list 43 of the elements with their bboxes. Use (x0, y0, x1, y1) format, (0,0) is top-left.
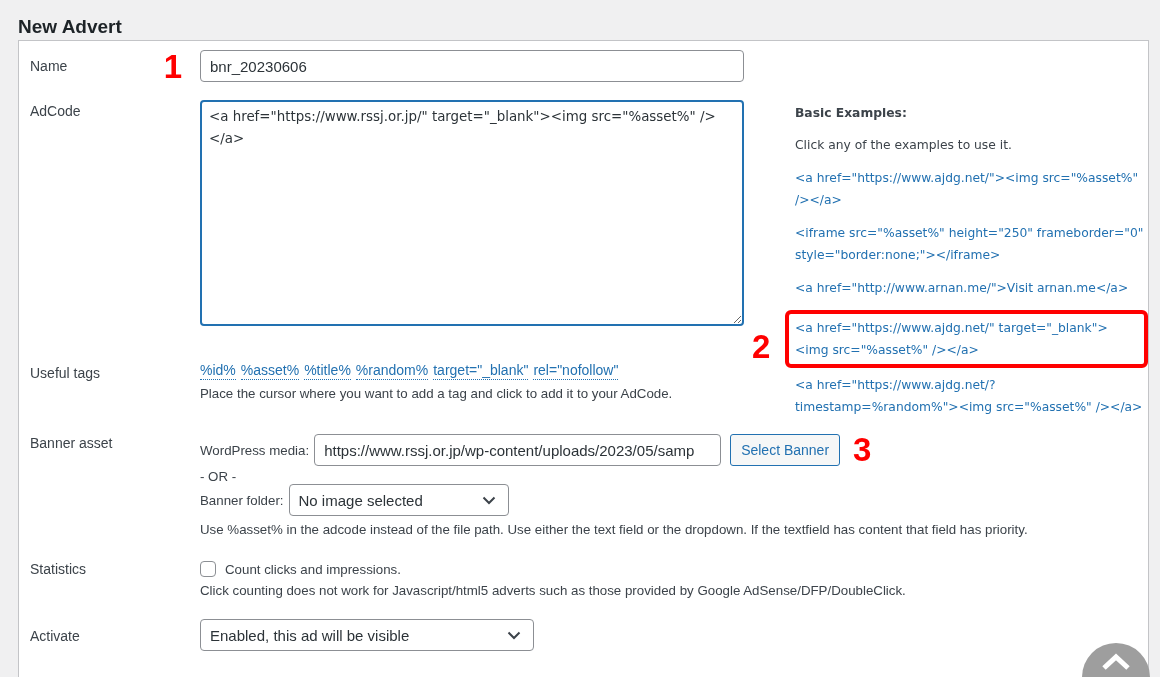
tag-link[interactable]: %asset% (240, 362, 300, 380)
tag-link[interactable]: %id% (200, 362, 236, 380)
field-label: Statistics (30, 561, 86, 577)
page-title: New Advert (17, 15, 123, 39)
banner-hint: Use %asset% in the adcode instead of the file path. Use either the text field or the dropdown. If the textfield has content that field has priority. (200, 521, 1028, 539)
chevron-up-icon (1102, 653, 1130, 670)
tag-link[interactable]: target="_blank" (433, 362, 529, 380)
select-banner-button[interactable]: Select Banner (730, 434, 841, 466)
examples-hint: Click any of the examples to use it. (795, 137, 1013, 154)
example-code-link[interactable]: <a href="https://www.ajdg.net/?timestamp=%random%"><img src="%asset%" /></a> (795, 374, 1148, 418)
field-label: Name (30, 57, 68, 75)
example-code-link[interactable]: <a href="http://www.arnan.me/">Visit arnan.me</a> (795, 277, 1148, 299)
examples-heading: Basic Examples: (795, 105, 908, 122)
statistics-hint: Click counting does not work for Javascript/html5 adverts such as those provided by Google AdSense/DFP/DoubleClick. (200, 582, 906, 600)
adcode-textarea[interactable]: <a href="https://www.rssj.or.jp/" target="_blank"><img src="%asset%" /></a> (200, 100, 744, 326)
tag-link[interactable]: rel="nofollow" (533, 362, 619, 380)
activate-select[interactable]: Enabled, this ad will be visible (200, 619, 534, 651)
checkbox-label: Count clicks and impressions. (225, 561, 401, 577)
example-code-link[interactable]: <iframe src="%asset%" height="250" frameborder="0" style="border:none;"></iframe> (795, 222, 1148, 266)
scroll-to-top-button[interactable] (1082, 643, 1150, 677)
tag-link[interactable]: %title% (304, 362, 351, 380)
select-value: Enabled, this ad will be visible (210, 626, 410, 644)
tag-link[interactable]: %random% (355, 362, 429, 380)
annotation-number: 2 (752, 330, 771, 364)
chevron-down-icon (507, 630, 521, 640)
field-label: AdCode (30, 103, 81, 119)
field-label: Activate (30, 628, 80, 644)
folder-label: Banner folder: (200, 492, 284, 508)
annotation-number: 3 (853, 433, 872, 467)
annotation-number: 1 (163, 50, 182, 84)
select-value: No image selected (298, 491, 423, 509)
banner-folder-select[interactable]: No image selected (288, 484, 509, 516)
chevron-down-icon (481, 495, 496, 505)
example-code-link[interactable]: <a href="https://www.ajdg.net/"><img src="%asset%" /></a> (795, 167, 1148, 211)
or-separator: - OR - (200, 469, 238, 484)
checkbox[interactable] (200, 561, 216, 577)
name-input[interactable]: bnr_20230606 (200, 50, 744, 82)
tags-hint: Place the cursor where you want to add a tag and click to add it to your AdCode. (200, 385, 673, 403)
field-label: Useful tags (30, 365, 101, 381)
example-code-link[interactable]: <a href="https://www.ajdg.net/" target="_blank"><img src="%asset%" /></a> (795, 317, 1138, 361)
field-label: Banner asset (30, 435, 113, 451)
media-url-input[interactable]: https://www.rssj.or.jp/wp-content/uploads/2023/05/samp (314, 434, 722, 466)
media-label: WordPress media: (200, 442, 310, 458)
